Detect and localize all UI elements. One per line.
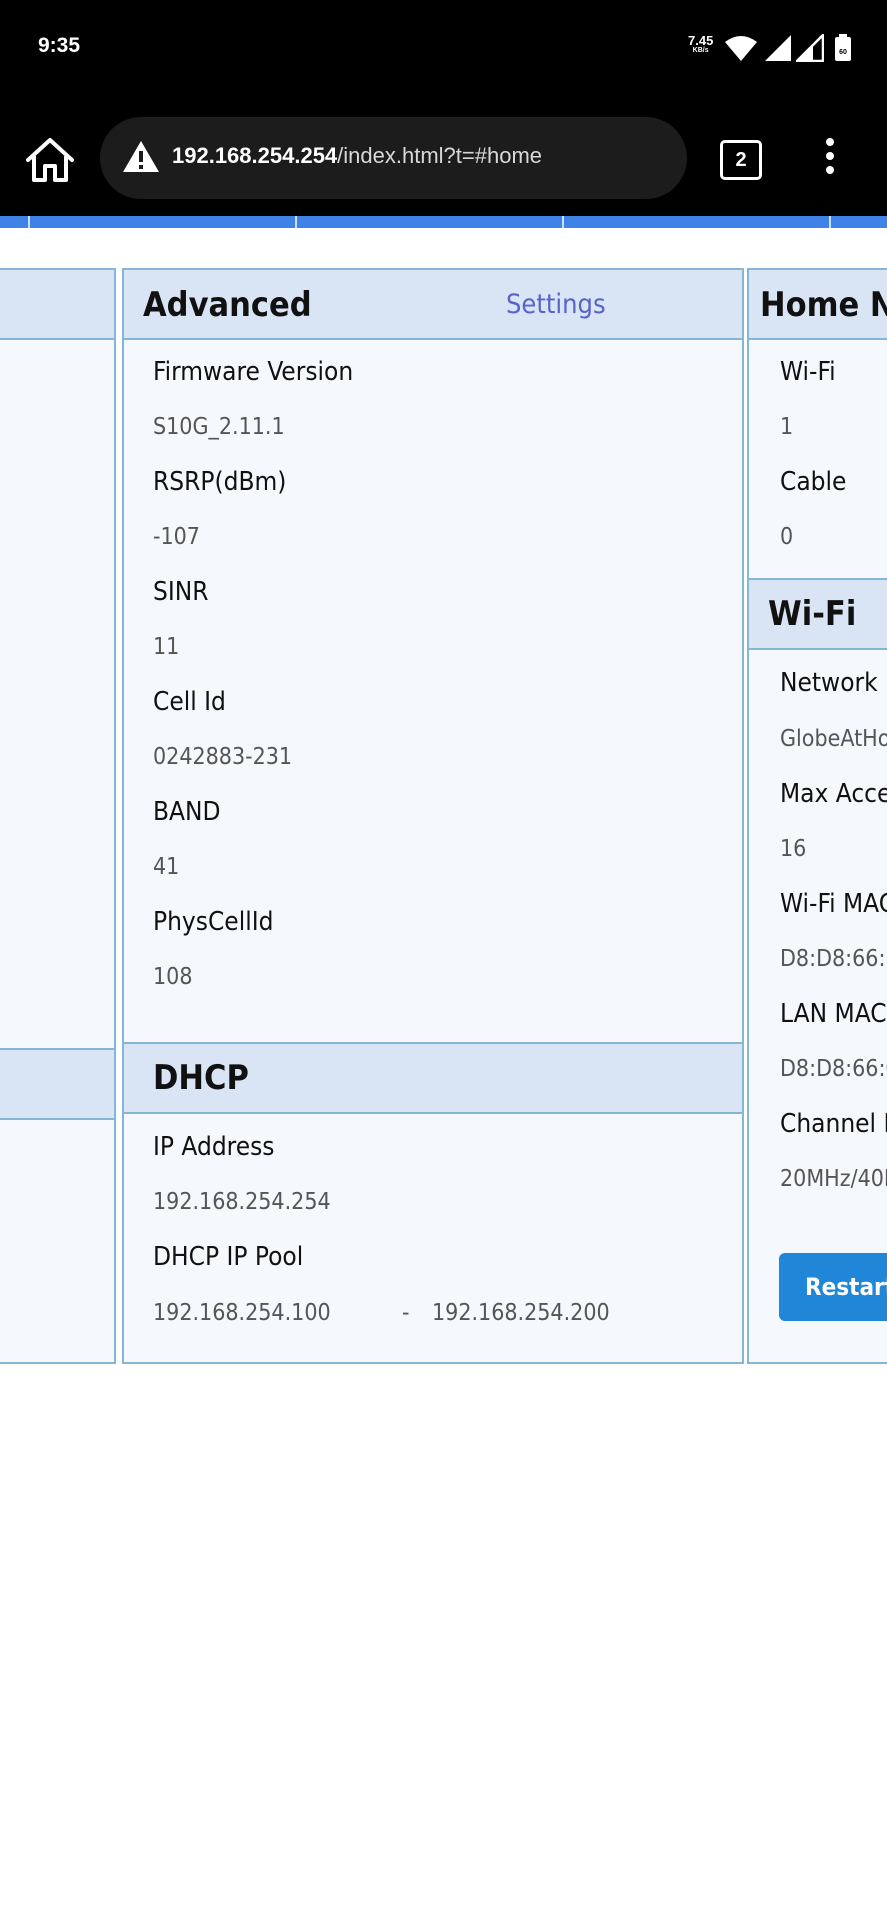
cell-id-label: Cell Id [153, 687, 226, 717]
url-host: 192.168.254.254 [172, 143, 338, 168]
network-speed: 7.45 KB/s [688, 34, 713, 54]
tab-switcher-button[interactable]: 2 [720, 140, 762, 180]
nav-strip [0, 216, 887, 228]
network-speed-unit: KB/s [692, 47, 709, 54]
overflow-menu-icon[interactable] [818, 138, 842, 178]
band-value: 41 [153, 854, 180, 880]
ip-address-label: IP Address [153, 1132, 275, 1162]
dhcp-pool-end: 192.168.254.200 [432, 1300, 610, 1326]
dhcp-title: DHCP [153, 1058, 249, 1098]
firmware-version-value: S10G_2.11.1 [153, 414, 285, 440]
dhcp-pool-start: 192.168.254.100 [153, 1300, 331, 1326]
dhcp-pool-separator: - [402, 1300, 410, 1326]
max-access-label: Max Acces [780, 779, 887, 809]
left-panel-header [0, 270, 114, 340]
network-name-value: GlobeAtHor [780, 726, 887, 752]
cell-id-value: 0242883-231 [153, 744, 293, 770]
wifi-signal-icon [725, 36, 757, 61]
nav-divider [829, 216, 831, 228]
max-access-value: 16 [780, 836, 807, 862]
wifi-mac-value: D8:D8:66:3 [780, 946, 887, 972]
lan-mac-label: LAN MAC [780, 999, 887, 1029]
battery-icon: 60 [835, 34, 851, 61]
left-panel [0, 268, 116, 1364]
sinr-label: SINR [153, 577, 209, 607]
dhcp-pool-label: DHCP IP Pool [153, 1242, 304, 1272]
home-cable-value: 0 [780, 524, 794, 550]
battery-level: 60 [839, 49, 847, 56]
home-network-panel [747, 268, 887, 1364]
settings-link[interactable]: Settings [506, 289, 606, 320]
firmware-version-label: Firmware Version [153, 357, 354, 387]
home-icon[interactable] [22, 134, 78, 186]
band-label: BAND [153, 797, 221, 827]
url-text[interactable]: 192.168.254.254/index.html?t=#home [172, 143, 542, 169]
sinr-value: 11 [153, 634, 180, 660]
advanced-title: Advanced [143, 285, 312, 325]
restart-button[interactable]: Restart [779, 1253, 887, 1321]
not-secure-warning-icon[interactable] [122, 139, 160, 173]
nav-divider [295, 216, 297, 228]
nav-divider [562, 216, 564, 228]
channel-bandwidth-value: 20MHz/40M [780, 1166, 887, 1192]
status-time: 9:35 [38, 34, 81, 57]
lan-mac-value: D8:D8:66:C [780, 1056, 887, 1082]
wifi-title: Wi-Fi [768, 594, 857, 634]
home-wifi-value: 1 [780, 414, 794, 440]
home-cable-label: Cable [780, 467, 847, 497]
channel-bandwidth-label: Channel B [780, 1109, 887, 1139]
ip-address-value: 192.168.254.254 [153, 1189, 331, 1215]
phys-cell-id-value: 108 [153, 964, 193, 990]
phys-cell-id-label: PhysCellId [153, 907, 274, 937]
network-name-label: Network N [780, 668, 887, 698]
network-speed-value: 7.45 [688, 33, 714, 48]
cell-signal-2-icon [796, 34, 824, 62]
home-network-title: Home Net [760, 285, 887, 325]
wifi-mac-label: Wi-Fi MAC [780, 889, 887, 919]
cell-signal-icon [765, 35, 791, 61]
home-wifi-label: Wi-Fi [780, 357, 836, 387]
left-panel-lower-header [0, 1048, 114, 1120]
rsrp-value: -107 [153, 524, 200, 550]
rsrp-label: RSRP(dBm) [153, 467, 287, 497]
nav-divider [28, 216, 30, 228]
url-path: /index.html?t=#home [337, 143, 543, 168]
